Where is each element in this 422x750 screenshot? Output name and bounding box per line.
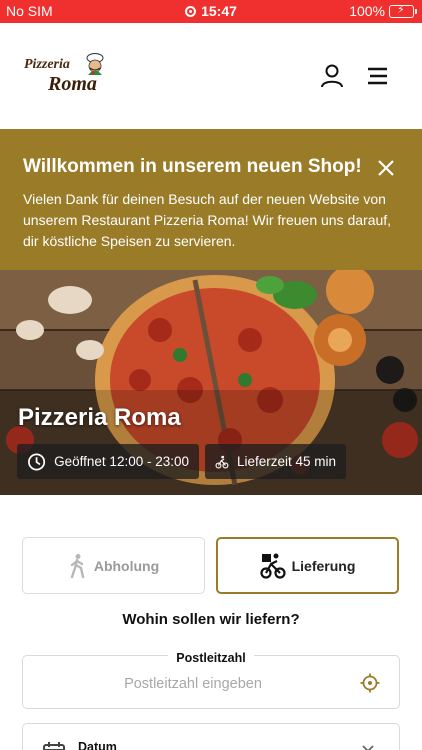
banner-title: Willkommen in unserem neuen Shop!	[23, 156, 362, 177]
delivery-question: Wohin sollen wir liefern?	[122, 611, 300, 628]
pickup-label: Abholung	[93, 557, 160, 574]
hamburger-menu-icon[interactable]	[365, 63, 391, 89]
date-label: Datum	[78, 740, 117, 750]
alarm-icon	[185, 6, 197, 17]
delivery-time-chip: Lieferzeit 45 min	[205, 444, 346, 479]
chevron-down-icon	[362, 745, 374, 750]
logo-text-line1: Pizzeria	[24, 57, 70, 72]
clock-icon	[28, 452, 46, 471]
calendar-icon	[43, 742, 65, 750]
date-field[interactable]: Datum	[22, 723, 400, 750]
opening-hours-text: Geöffnet 12:00 - 23:00	[54, 454, 189, 469]
pizzeria-roma-logo[interactable]: Pizzeria Roma	[22, 53, 104, 99]
hero-image: Pizzeria Roma Geöffnet 12:00 - 23:00 Lie…	[0, 270, 422, 495]
zip-field: Postleitzahl	[22, 651, 400, 709]
status-time: 15:47	[201, 3, 237, 19]
locate-target-icon[interactable]	[360, 673, 380, 693]
zip-input[interactable]	[33, 672, 353, 696]
battery-percent: 100%	[349, 3, 385, 19]
bicycle-courier-icon	[215, 455, 229, 468]
opening-hours-chip: Geöffnet 12:00 - 23:00	[17, 444, 199, 479]
site-header: Pizzeria Roma	[0, 23, 422, 129]
walking-person-icon	[70, 553, 85, 578]
zip-label: Postleitzahl	[168, 651, 254, 665]
chef-icon	[86, 53, 104, 75]
close-icon[interactable]	[375, 157, 397, 179]
battery-icon: ⚡	[389, 4, 417, 18]
user-icon[interactable]	[319, 63, 345, 89]
delivery-label: Lieferung	[291, 557, 356, 574]
delivery-button[interactable]: Lieferung	[216, 537, 399, 594]
pickup-button[interactable]: Abholung	[22, 537, 205, 594]
bicycle-courier-icon	[260, 553, 286, 579]
restaurant-name: Pizzeria Roma	[18, 404, 181, 431]
status-bar: No SIM 15:47 100% ⚡	[0, 0, 422, 23]
delivery-time-text: Lieferzeit 45 min	[236, 454, 336, 469]
banner-text: Vielen Dank für deinen Besuch auf der ne…	[23, 191, 392, 249]
welcome-banner: Willkommen in unserem neuen Shop! Vielen…	[0, 129, 422, 270]
